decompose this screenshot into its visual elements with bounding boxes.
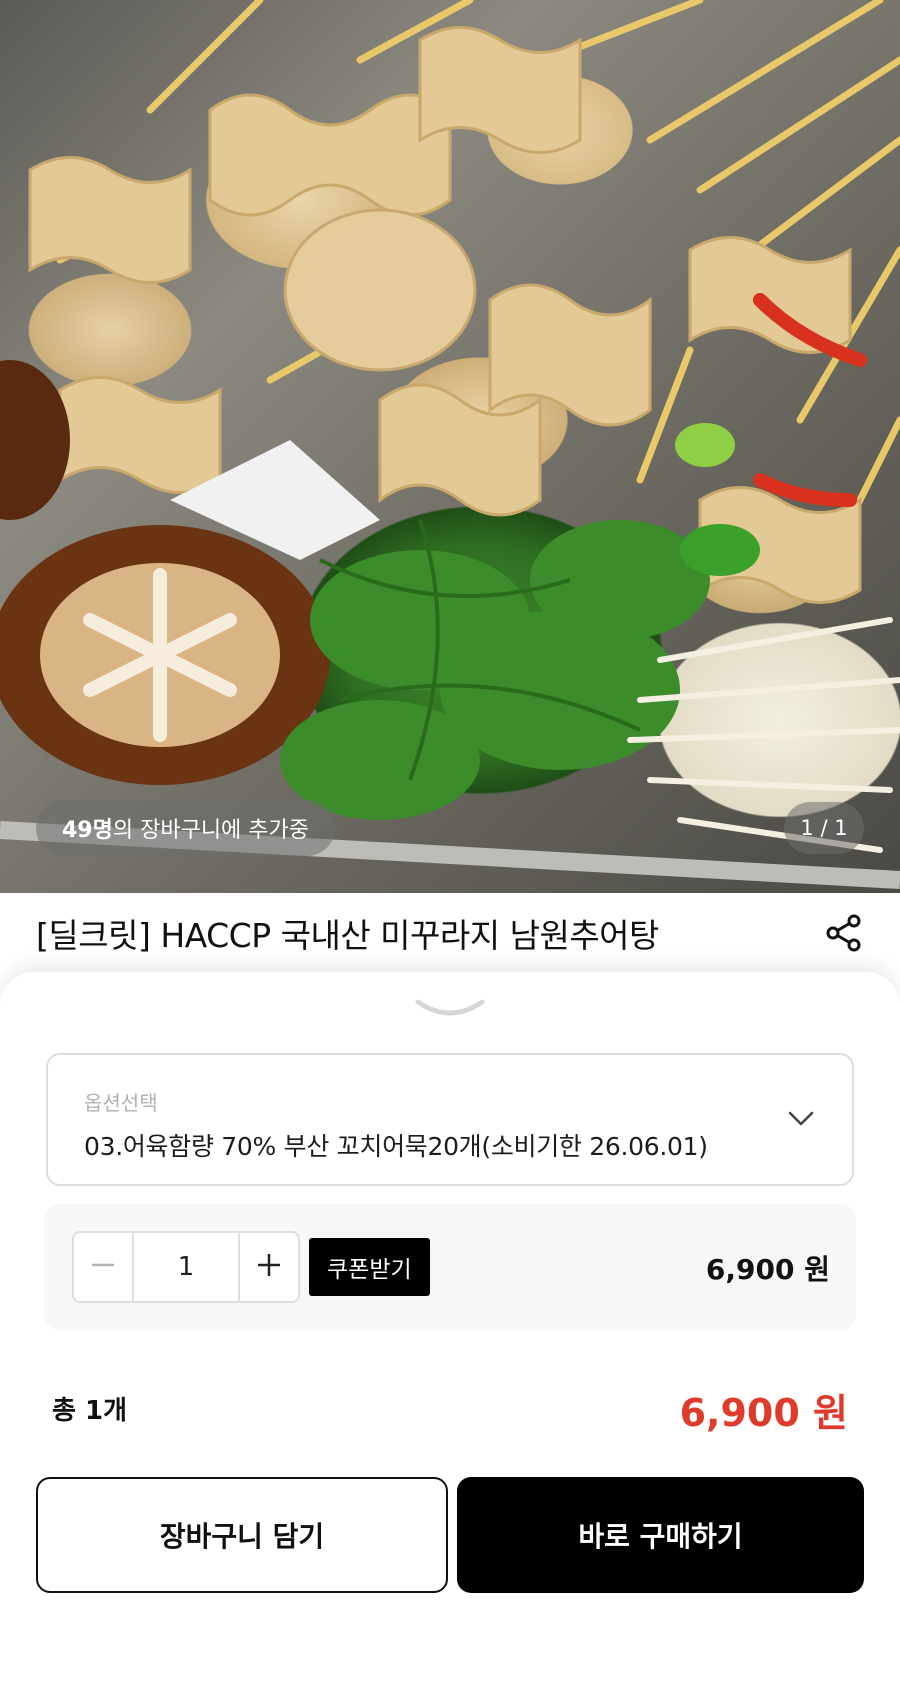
product-image[interactable]: 49명 의 장바구니에 추가중 1 / 1 [0,0,900,893]
share-icon[interactable] [822,911,866,955]
add-to-cart-button[interactable]: 장바구니 담기 [36,1477,448,1593]
product-photo [0,0,900,893]
product-title: [딜크릿] HACCP 국내산 미꾸라지 남원추어탕 [36,916,659,955]
get-coupon-button[interactable]: 쿠폰받기 [309,1238,430,1296]
sheet-collapse-icon[interactable] [414,994,486,1020]
total-price: 6,900 원 [679,1391,848,1435]
quantity-stepper: 1 [72,1231,300,1303]
quantity-value[interactable]: 1 [134,1233,238,1301]
cart-count-text: 의 장바구니에 추가중 [112,818,310,843]
minus-icon [90,1252,116,1282]
plus-icon [256,1252,282,1282]
chevron-down-icon [786,1103,816,1133]
increase-quantity-button[interactable] [238,1233,298,1301]
total-count: 총 1개 [52,1396,127,1426]
option-line-price: 6,900 원 [705,1253,830,1286]
cart-count-number: 49명 [62,818,113,843]
quantity-panel: 1 쿠폰받기 6,900 원 [44,1204,856,1330]
cart-added-count-badge: 49명 의 장바구니에 추가중 [36,800,336,856]
buy-now-button[interactable]: 바로 구매하기 [457,1477,864,1593]
product-title-row: [딜크릿] HACCP 국내산 미꾸라지 남원추어탕 [0,893,900,973]
option-select-dropdown[interactable]: 옵션선택 03.어육함량 70% 부산 꼬치어묵20개(소비기한 26.06.0… [46,1053,854,1186]
image-page-indicator: 1 / 1 [784,802,864,854]
purchase-bottom-sheet: 옵션선택 03.어육함량 70% 부산 꼬치어묵20개(소비기한 26.06.0… [0,972,900,1697]
decrease-quantity-button[interactable] [74,1233,134,1301]
option-selected-value: 03.어육함량 70% 부산 꼬치어묵20개(소비기한 26.06.01) [84,1132,708,1161]
fishcake-skewers-illustration [0,0,900,889]
option-select-label: 옵션선택 [84,1091,158,1115]
